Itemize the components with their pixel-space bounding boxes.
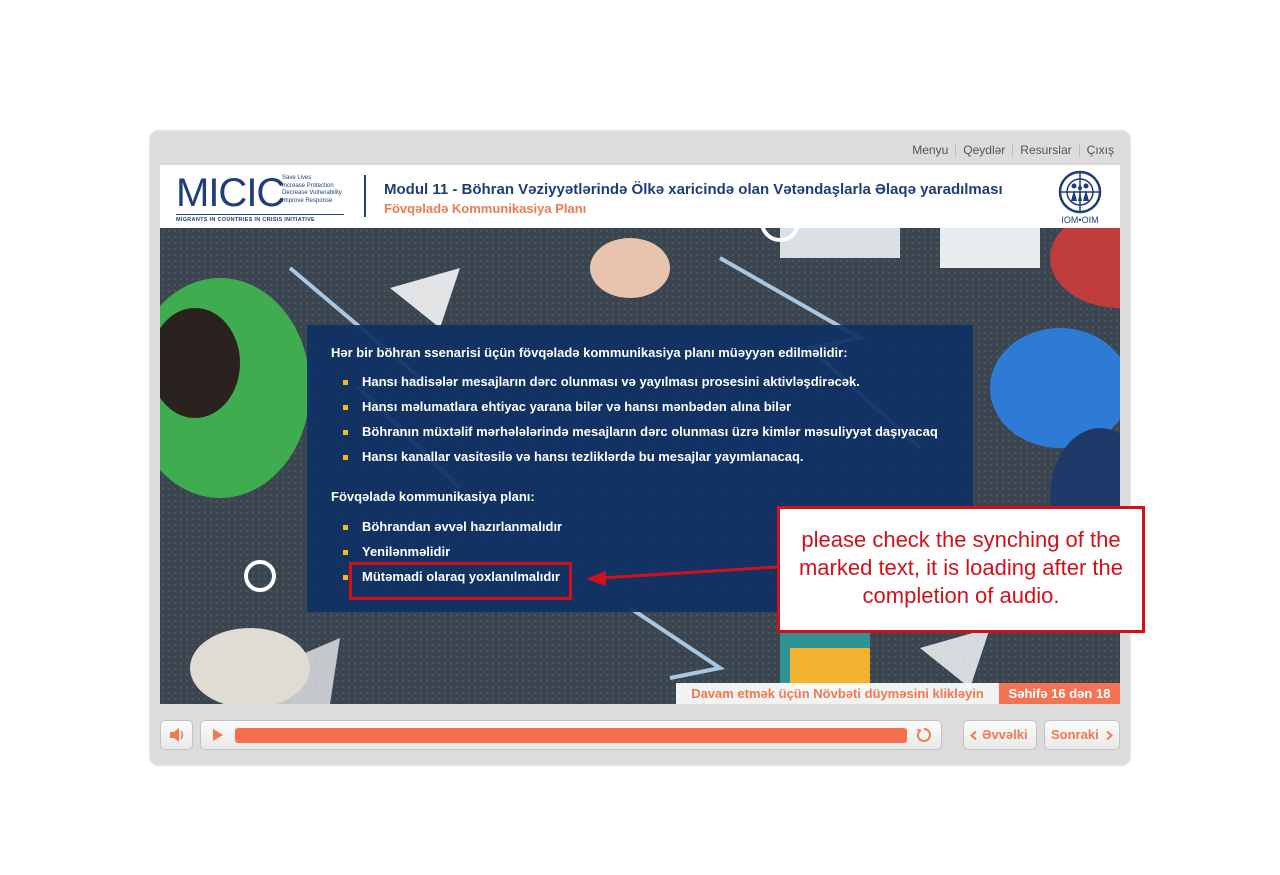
course-player: Menyu Qeydlər Resurslar Çıxış MICIC Save… bbox=[150, 131, 1130, 765]
list-item: Böhrandan əvvəl hazırlanmalıdır bbox=[331, 518, 562, 543]
previous-button-label: Əvvəlki bbox=[982, 727, 1028, 742]
progress-slider[interactable] bbox=[235, 728, 907, 743]
list-item: Hansı kanallar vasitəsilə və hansı tezli… bbox=[331, 448, 938, 473]
iom-logo: IOM•OIM bbox=[1050, 169, 1110, 227]
notes-link[interactable]: Qeydlər bbox=[956, 143, 1012, 157]
list-item: Böhranın müxtəlif mərhələlərində mesajla… bbox=[331, 423, 938, 448]
play-icon[interactable] bbox=[212, 729, 224, 741]
course-header: MICIC Save Lives Increase Protection Dec… bbox=[160, 165, 1120, 228]
exit-link[interactable]: Çıxış bbox=[1080, 143, 1114, 157]
replay-icon[interactable] bbox=[915, 726, 933, 744]
page-counter: Səhifə 16 dən 18 bbox=[999, 683, 1120, 704]
micic-logo: MICIC Save Lives Increase Protection Dec… bbox=[176, 171, 346, 223]
scenario-list: Hansı hadisələr mesajların dərc olunması… bbox=[331, 373, 938, 473]
content-heading-1: Hər bir böhran ssenarisi üçün fövqəladə … bbox=[331, 345, 848, 360]
header-divider bbox=[364, 175, 366, 217]
page-subtitle: Fövqəladə Kommunikasiya Planı bbox=[384, 201, 587, 216]
speaker-icon bbox=[170, 728, 184, 742]
playback-bar bbox=[200, 720, 942, 750]
continue-hint: Davam etmək üçün Növbəti düyməsini klikl… bbox=[676, 683, 999, 704]
next-button[interactable]: Sonraki bbox=[1044, 720, 1120, 750]
menu-link[interactable]: Menyu bbox=[905, 143, 955, 157]
audio-button[interactable] bbox=[160, 720, 193, 750]
resources-link[interactable]: Resurslar bbox=[1013, 143, 1078, 157]
list-item: Hansı məlumatlara ehtiyac yarana bilər v… bbox=[331, 398, 938, 423]
top-menu: Menyu Qeydlər Resurslar Çıxış bbox=[905, 143, 1114, 157]
review-comment-box: please check the synching of the marked … bbox=[777, 506, 1145, 633]
micic-logo-tagline: Save Lives Increase Protection Decrease … bbox=[282, 175, 342, 204]
logo-rule bbox=[176, 214, 344, 215]
micic-logo-word: MICIC bbox=[176, 171, 285, 215]
content-heading-2: Fövqəladə kommunikasiya planı: bbox=[331, 489, 535, 504]
micic-logo-subtitle: MIGRANTS IN COUNTRIES IN CRISIS INITIATI… bbox=[176, 217, 316, 223]
iom-globe-icon bbox=[1058, 170, 1102, 214]
list-item: Hansı hadisələr mesajların dərc olunması… bbox=[331, 373, 938, 398]
chevron-right-icon bbox=[1106, 731, 1113, 740]
module-title: Modul 11 - Böhran Vəziyyətlərində Ölkə x… bbox=[384, 181, 1003, 198]
chevron-left-icon bbox=[970, 731, 977, 740]
previous-button[interactable]: Əvvəlki bbox=[963, 720, 1037, 750]
highlight-box bbox=[349, 562, 572, 600]
next-button-label: Sonraki bbox=[1051, 727, 1099, 742]
iom-logo-text: IOM•OIM bbox=[1061, 215, 1099, 225]
